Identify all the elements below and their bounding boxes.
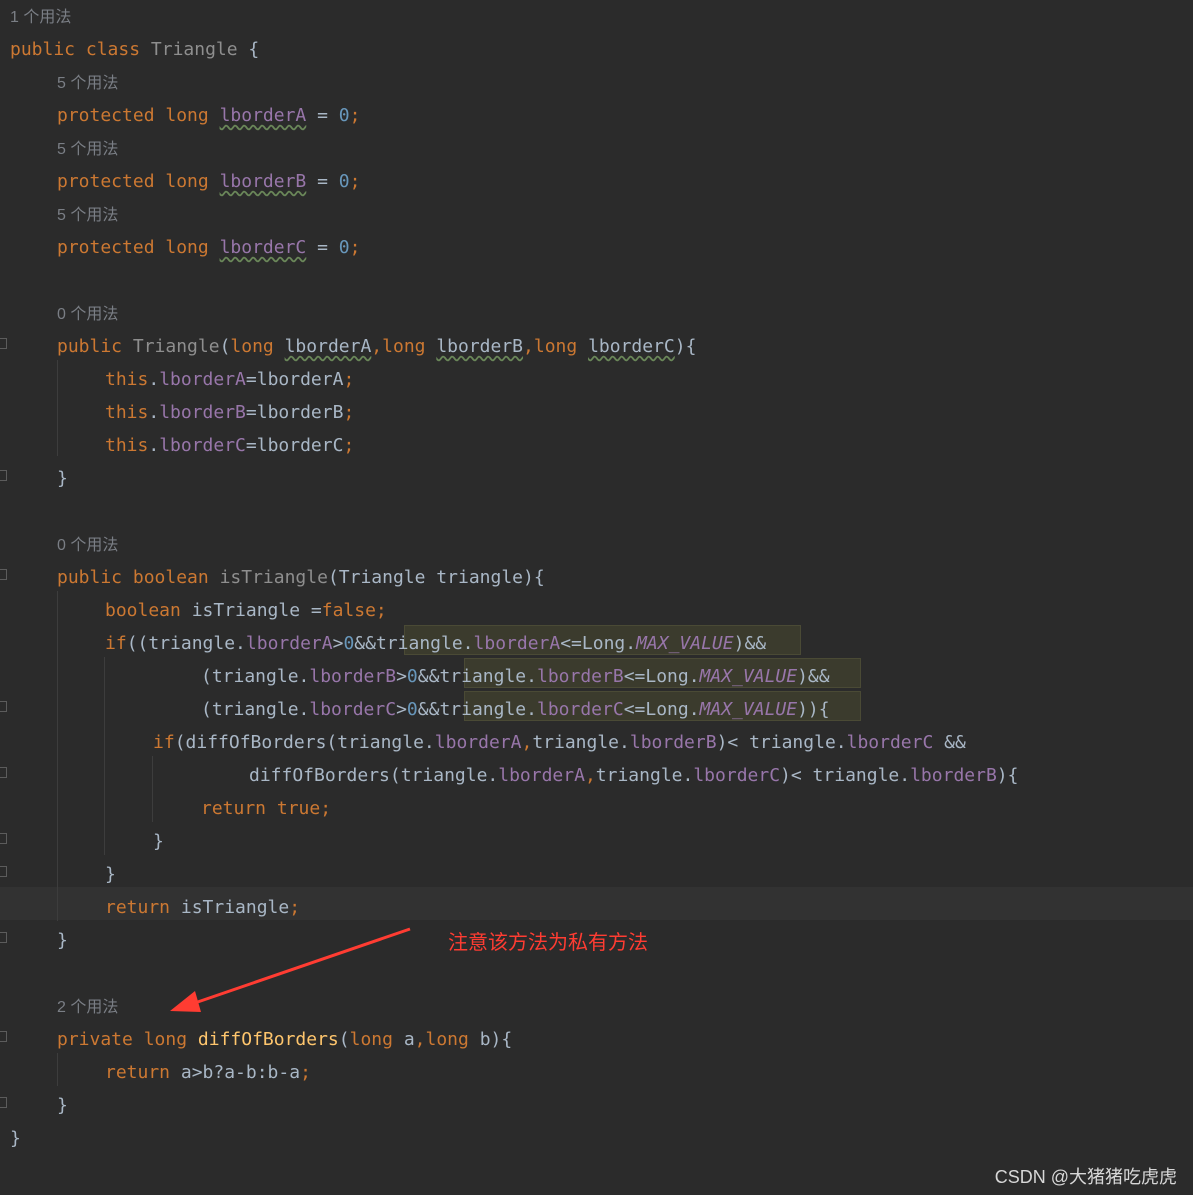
annotation-arrow xyxy=(170,927,411,1012)
annotation-note: 注意该方法为私有方法 xyxy=(448,932,648,954)
watermark: CSDN @大猪猪吃虎虎 xyxy=(994,1167,1177,1187)
